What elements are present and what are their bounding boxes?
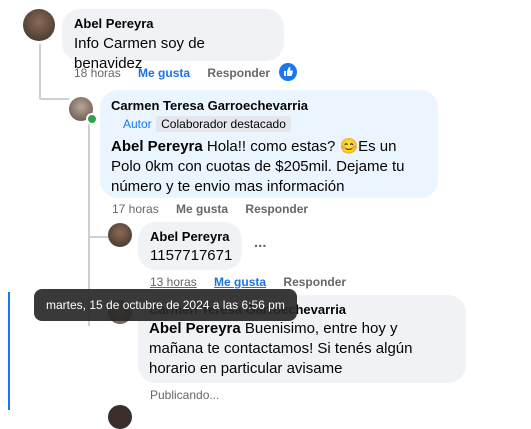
- author-badge: Autor: [123, 117, 152, 131]
- comment-author[interactable]: Abel Pereyra: [150, 229, 230, 244]
- comment-time[interactable]: 17 horas: [112, 202, 159, 216]
- comment-time[interactable]: 13 horas: [150, 275, 197, 289]
- comment-bubble: Abel Pereyra Info Carmen soy de benavide…: [62, 9, 284, 72]
- comment-text: 1157717671: [150, 247, 233, 264]
- like-button[interactable]: Me gusta: [214, 275, 266, 289]
- like-reaction-icon[interactable]: [279, 63, 297, 81]
- reply-button[interactable]: Responder: [245, 202, 308, 216]
- thread-line: [88, 236, 108, 238]
- comment-author[interactable]: Abel Pereyra: [74, 16, 272, 31]
- avatar: [108, 405, 132, 429]
- comment-time[interactable]: 18 horas: [74, 66, 121, 80]
- mention-link[interactable]: Abel Pereyra: [149, 320, 241, 337]
- reply-button[interactable]: Responder: [207, 66, 270, 80]
- comment-text: Abel Pereyra Hola!! como estas? 😊Es un P…: [111, 137, 429, 197]
- thread-line: [88, 122, 90, 237]
- avatar[interactable]: [23, 9, 55, 41]
- comment-bubble: Abel Pereyra 1157717671: [138, 222, 242, 270]
- thread-line: [39, 98, 69, 100]
- like-button[interactable]: Me gusta: [176, 202, 228, 216]
- comment-actions: 17 horas Me gusta Responder: [112, 202, 322, 216]
- thread-line: [39, 44, 41, 99]
- comment-text: Abel Pereyra Buenisimo, entre hoy y maña…: [149, 319, 454, 379]
- comment-author[interactable]: Carmen Teresa Garroechevarria: [111, 98, 427, 113]
- online-status-dot: [86, 113, 98, 125]
- badge-row: Autor Colaborador destacado: [111, 115, 427, 133]
- timestamp-tooltip: martes, 15 de octubre de 2024 a las 6:56…: [34, 289, 297, 321]
- avatar[interactable]: [108, 223, 132, 247]
- mention-link[interactable]: Abel Pereyra: [111, 138, 203, 155]
- posting-status: Publicando...: [150, 388, 220, 402]
- like-button[interactable]: Me gusta: [138, 66, 190, 80]
- reply-button[interactable]: Responder: [283, 275, 346, 289]
- comment-actions: 18 horas Me gusta Responder: [74, 66, 284, 80]
- more-options-icon[interactable]: ...: [254, 234, 267, 251]
- left-edge-accent: [8, 292, 10, 410]
- comment-bubble: Carmen Teresa Garroechevarria Autor Cola…: [100, 90, 438, 198]
- contributor-badge: Colaborador destacado: [156, 116, 291, 132]
- comment-actions: 13 horas Me gusta Responder: [150, 275, 360, 289]
